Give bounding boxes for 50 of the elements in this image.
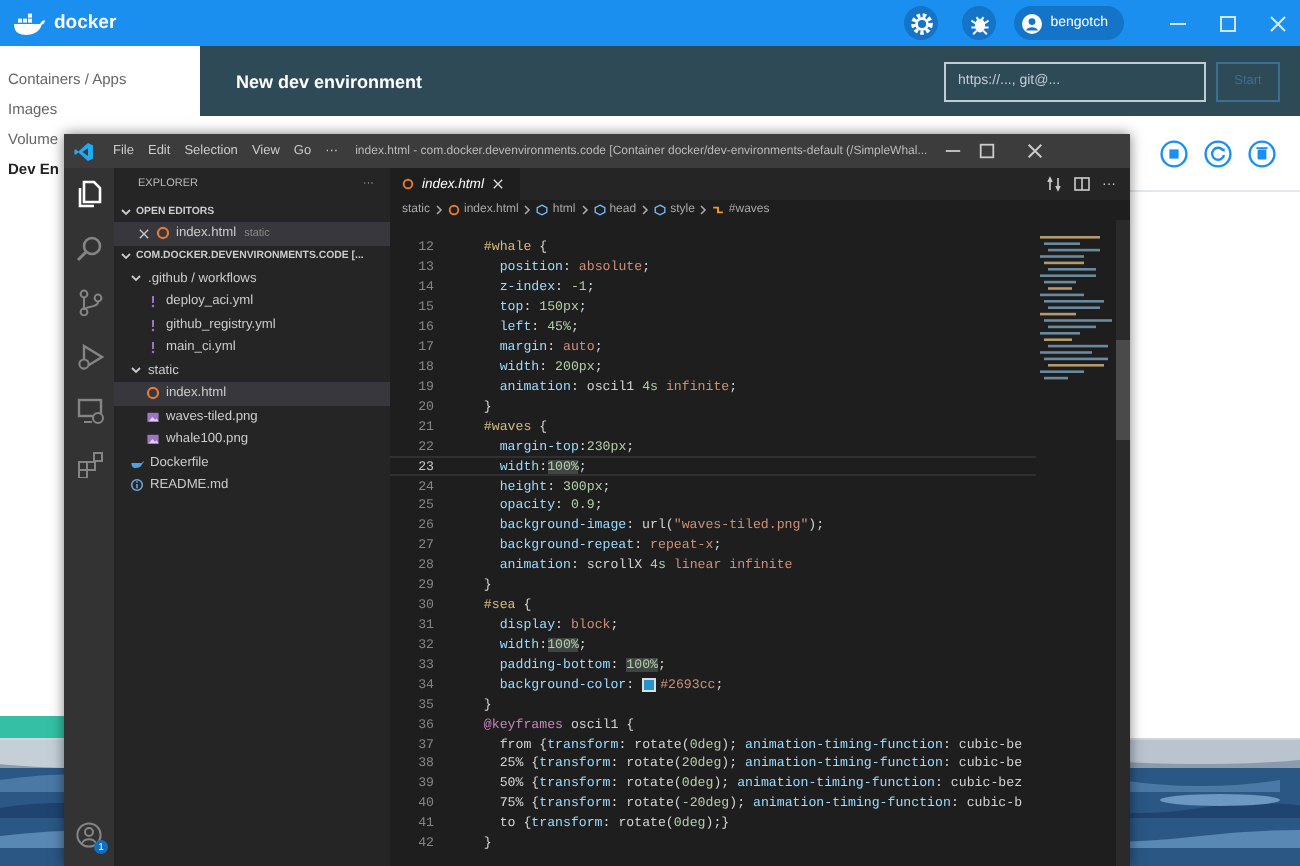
settings-icon xyxy=(909,11,934,35)
chevron-icon xyxy=(698,204,709,216)
html-icon xyxy=(156,226,170,241)
html-icon xyxy=(448,204,461,216)
whale-icon xyxy=(130,455,144,470)
tag-icon xyxy=(593,204,606,216)
avatar-icon xyxy=(1022,13,1043,33)
yml-icon xyxy=(146,317,160,332)
chevron-icon xyxy=(640,204,651,216)
chevron-icon[interactable] xyxy=(130,364,142,377)
tag-icon xyxy=(536,204,549,216)
extensions-icon[interactable] xyxy=(75,450,103,478)
html-icon xyxy=(402,178,414,190)
compare-icon[interactable] xyxy=(1046,176,1062,192)
chevron-icon xyxy=(522,204,533,216)
vscode-logo-icon xyxy=(74,141,94,161)
yml-icon xyxy=(146,294,160,309)
files-icon[interactable] xyxy=(75,180,103,208)
image-icon xyxy=(146,432,160,447)
selector-icon xyxy=(712,204,725,216)
chevron-icon xyxy=(434,204,445,216)
close-icon[interactable] xyxy=(1025,142,1044,160)
image-icon xyxy=(146,409,160,424)
settings-button[interactable] xyxy=(904,6,939,40)
bug-icon xyxy=(967,11,992,35)
chevron-icon[interactable] xyxy=(120,205,132,217)
monitor-icon[interactable] xyxy=(75,396,103,424)
page-title: New dev environment xyxy=(236,71,423,91)
chevron-icon xyxy=(579,204,590,216)
restart-icon[interactable] xyxy=(1204,139,1232,167)
html-icon xyxy=(146,386,160,401)
tag-icon xyxy=(654,204,667,216)
scrollbar-thumb[interactable] xyxy=(1116,340,1130,440)
info-icon xyxy=(130,478,144,493)
close-icon[interactable] xyxy=(138,227,150,240)
chevron-icon[interactable] xyxy=(120,250,132,262)
stop-icon[interactable] xyxy=(1160,139,1188,167)
yml-icon xyxy=(146,340,160,355)
maximize-icon[interactable] xyxy=(977,142,996,160)
whale-icon xyxy=(12,11,48,35)
split-editor-icon[interactable] xyxy=(1074,176,1090,192)
brand-name: docker xyxy=(54,12,117,34)
close-icon[interactable] xyxy=(491,178,504,190)
branch-icon[interactable] xyxy=(75,288,103,316)
troubleshoot-button[interactable] xyxy=(962,6,997,40)
search-icon[interactable] xyxy=(75,234,103,262)
run-icon[interactable] xyxy=(75,342,103,370)
chevron-icon[interactable] xyxy=(130,272,142,285)
delete-icon[interactable] xyxy=(1248,139,1276,167)
account-icon[interactable] xyxy=(76,822,102,848)
